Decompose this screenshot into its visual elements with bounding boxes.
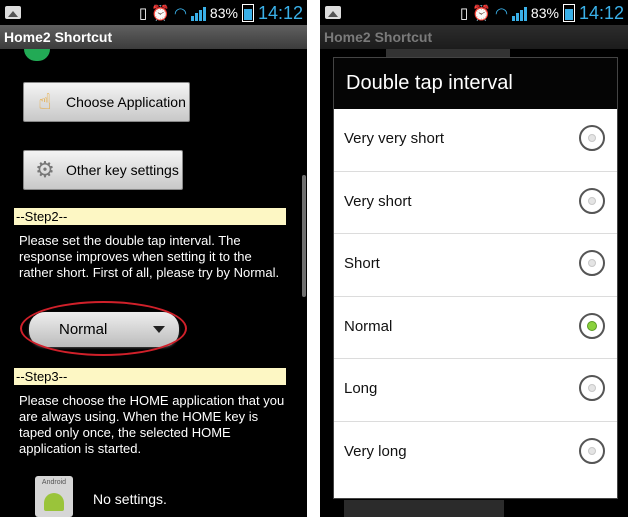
right-screen: ▯ ⏰ ◠ 83% 14:12 Home2 Shortcut Double ta…: [320, 0, 628, 517]
option-label: Very long: [344, 442, 407, 460]
option-short[interactable]: Short: [334, 234, 617, 297]
radio-button[interactable]: [579, 437, 605, 464]
step2-description: Please set the double tap interval. The …: [19, 233, 280, 280]
android-robot-icon: [44, 493, 64, 511]
app-title-dimmed: Home2 Shortcut: [320, 25, 628, 49]
battery-icon: [562, 4, 575, 22]
alarm-icon: ⏰: [472, 4, 491, 22]
option-long[interactable]: Long: [334, 359, 617, 422]
alarm-icon: ⏰: [151, 4, 170, 22]
dimmed-button: [386, 49, 510, 57]
android-icon-label: Android: [41, 479, 67, 486]
option-normal[interactable]: Normal: [334, 297, 617, 359]
no-settings-text: No settings.: [93, 491, 167, 507]
option-very-long[interactable]: Very long: [334, 422, 617, 485]
partial-app-icon: [24, 49, 50, 61]
other-key-settings-button[interactable]: ⚙ Other key settings: [23, 150, 183, 190]
signal-icon: [190, 5, 206, 21]
option-label: Normal: [344, 317, 393, 335]
radio-button[interactable]: [579, 250, 605, 276]
android-app-icon[interactable]: Android: [35, 476, 73, 517]
choose-application-label: Choose Application: [66, 94, 186, 110]
phone-vibrate-icon: ▯: [138, 4, 148, 22]
option-very-short[interactable]: Very short: [334, 172, 617, 234]
phone-vibrate-icon: ▯: [459, 4, 469, 22]
dialog-title: Double tap interval: [334, 58, 617, 109]
signal-icon: [511, 5, 527, 21]
option-label: Very short: [344, 192, 412, 210]
clock: 14:12: [257, 2, 303, 23]
interval-options-list: Very very short Very short Short Normal …: [334, 109, 617, 484]
choose-application-button[interactable]: ☝ Choose Application: [23, 82, 190, 122]
hand-pointer-icon: ☝: [38, 89, 52, 115]
picture-icon: [325, 6, 341, 19]
step2-header: --Step2--: [14, 208, 286, 225]
wifi-icon: ◠: [173, 4, 187, 22]
left-screen: ▯ ⏰ ◠ 83% 14:12 Home2 Shortcut ☝ Choose …: [0, 0, 307, 517]
option-label: Very very short: [344, 130, 445, 147]
wifi-icon: ◠: [494, 4, 508, 22]
option-label: Short: [344, 255, 380, 272]
option-label: Long: [344, 380, 378, 397]
clock: 14:12: [578, 2, 624, 23]
option-very-very-short[interactable]: Very very short: [334, 109, 617, 172]
gear-icon: ⚙: [35, 157, 55, 183]
step3-description: Please choose the HOME application that …: [19, 393, 285, 456]
dimmed-bottom-button: [344, 500, 504, 517]
status-bar: ▯ ⏰ ◠ 83% 14:12: [320, 0, 628, 25]
red-highlight-circle: [20, 301, 187, 356]
picture-icon: [5, 6, 21, 19]
battery-icon: [241, 4, 254, 22]
scrollbar[interactable]: [302, 175, 306, 297]
step3-header: --Step3--: [14, 368, 286, 385]
radio-button[interactable]: [579, 125, 605, 151]
battery-percent: 83%: [209, 5, 238, 21]
battery-percent: 83%: [530, 5, 559, 21]
status-bar: ▯ ⏰ ◠ 83% 14:12: [0, 0, 307, 25]
radio-button-selected[interactable]: [579, 312, 605, 339]
radio-button[interactable]: [579, 187, 605, 214]
app-title: Home2 Shortcut: [0, 25, 307, 49]
double-tap-interval-dialog: Double tap interval Very very short Very…: [333, 57, 618, 499]
radio-button[interactable]: [579, 375, 605, 401]
other-key-settings-label: Other key settings: [66, 162, 179, 178]
